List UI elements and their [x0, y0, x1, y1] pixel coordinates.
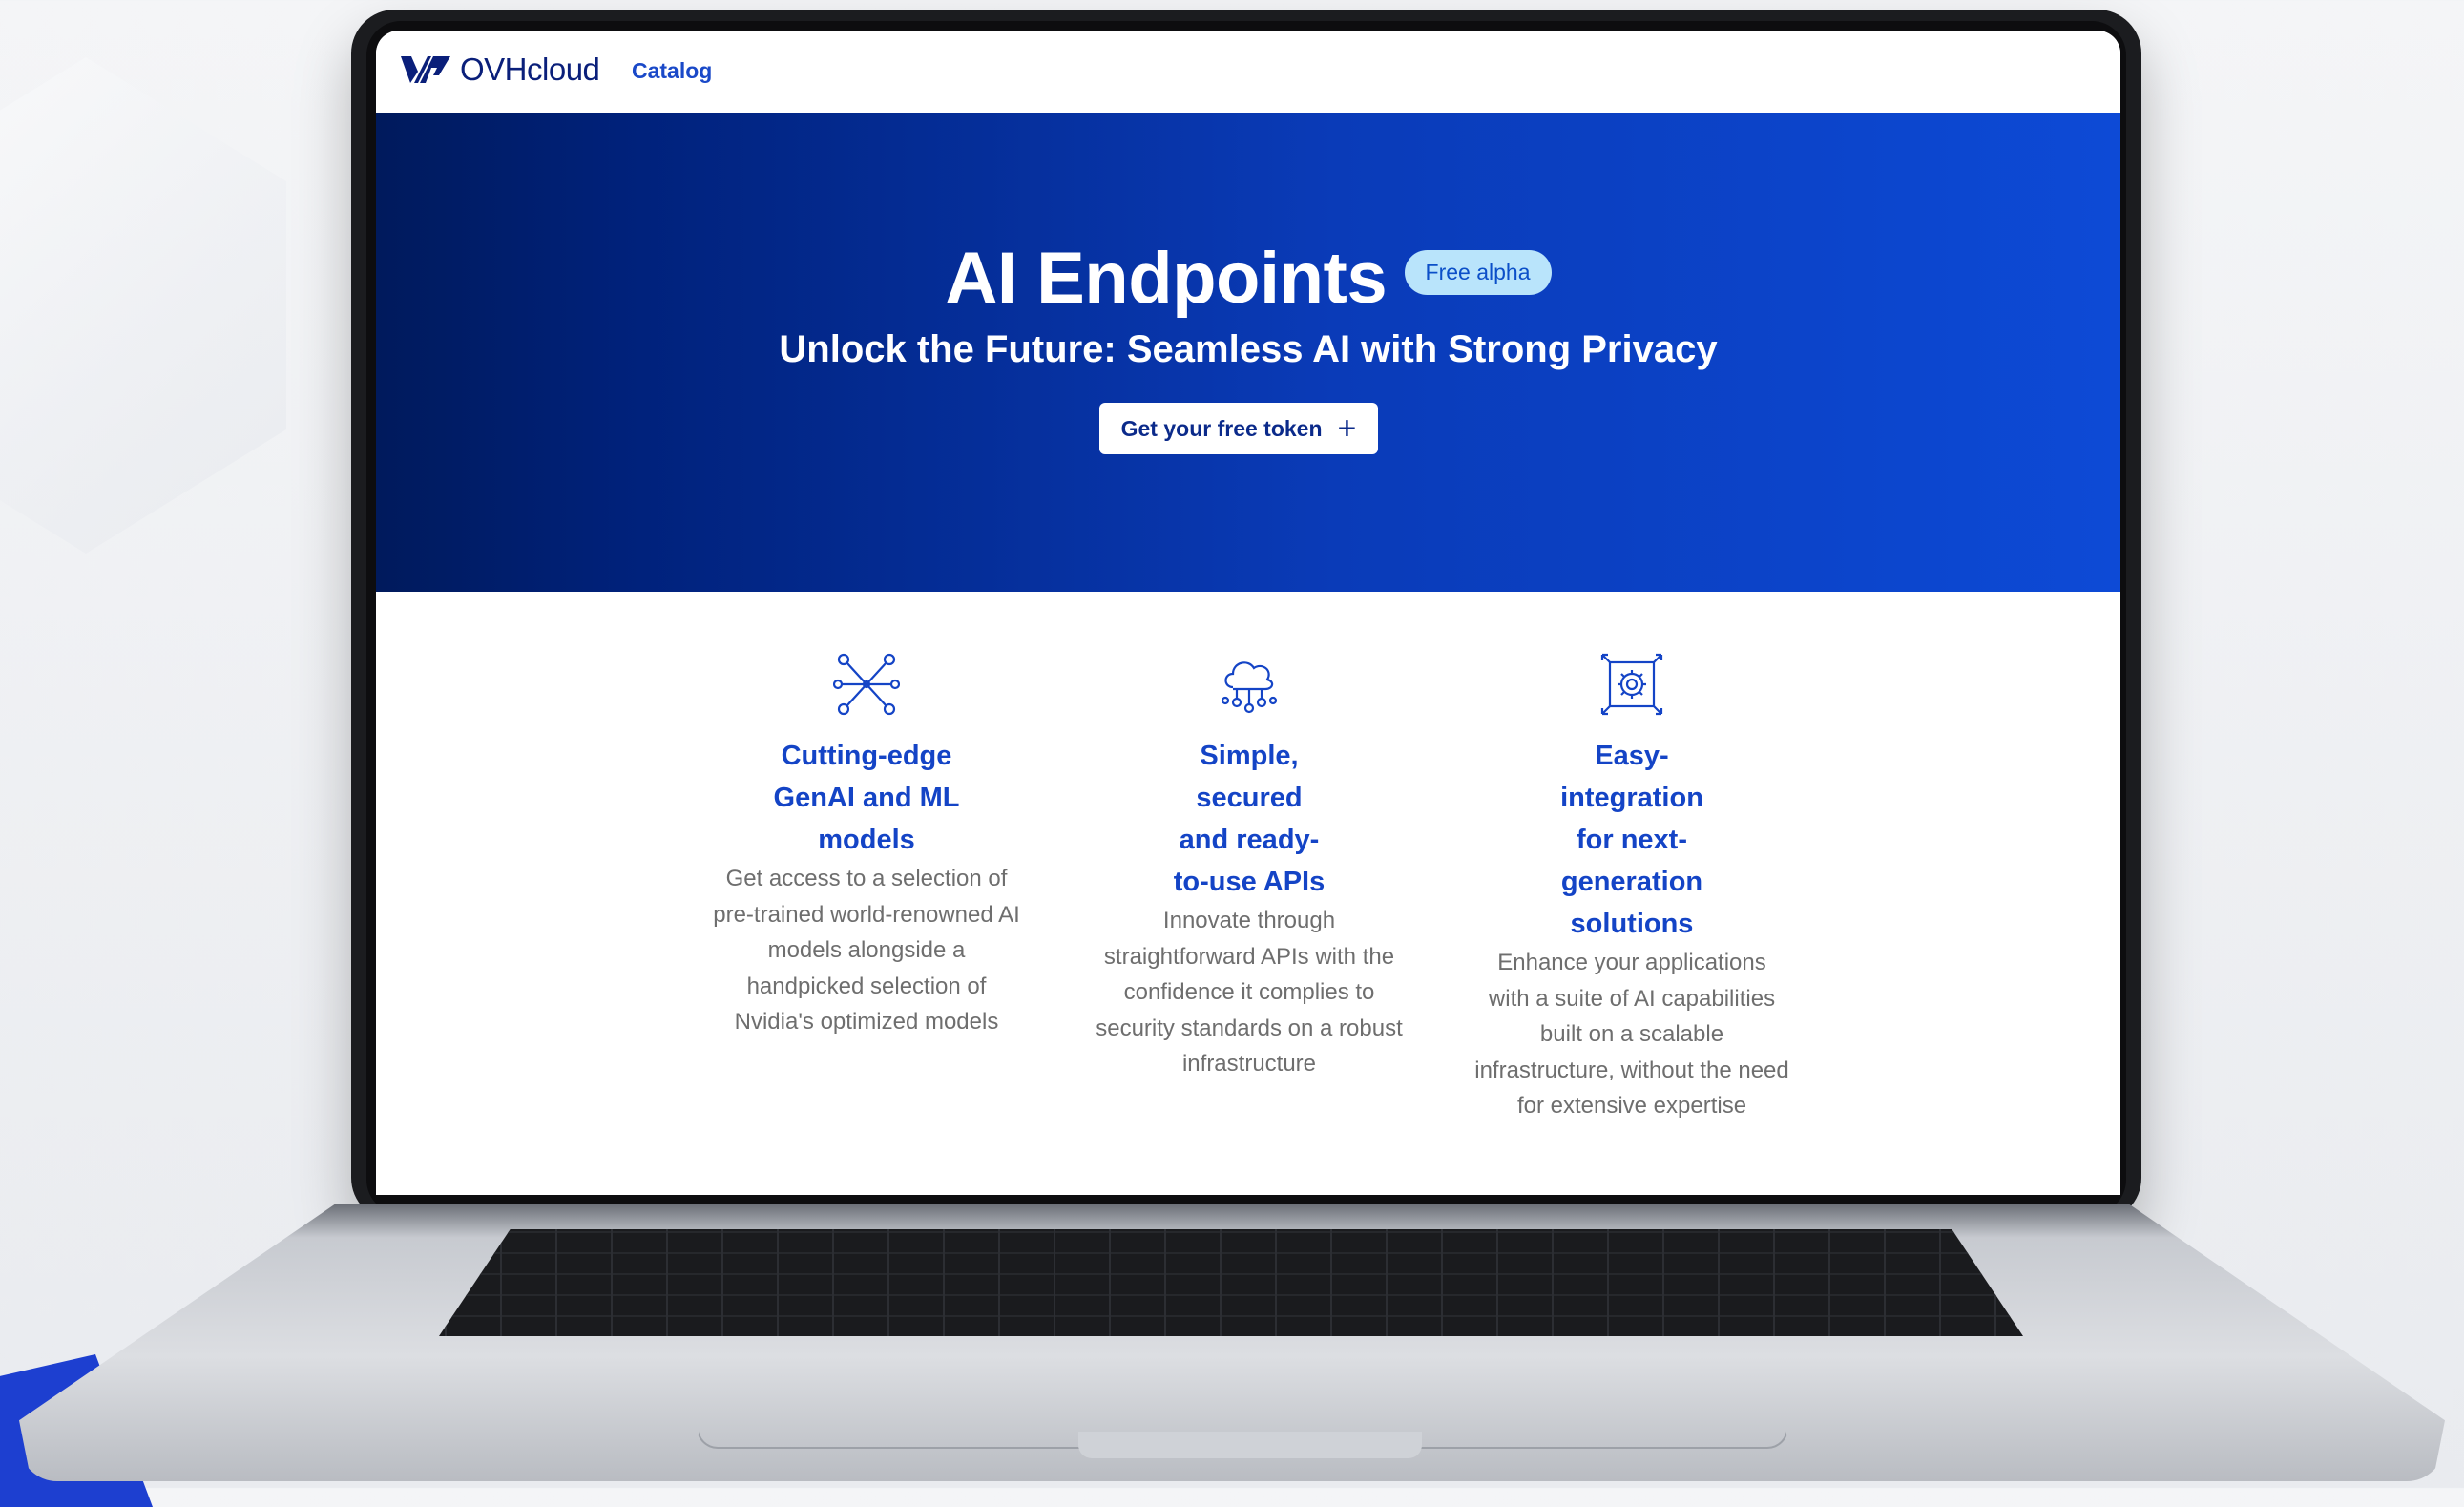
hero-title-row: AI Endpoints Free alpha — [376, 237, 2120, 320]
feature-title: Cutting-edge GenAI and ML models — [773, 741, 960, 855]
laptop-keyboard — [439, 1229, 2023, 1336]
hero-banner: AI Endpoints Free alpha Unlock the Futur… — [376, 113, 2120, 592]
feature-card: Easy-integration for next-generation sol… — [1474, 651, 1789, 1124]
cloud-network-icon — [1221, 661, 1278, 714]
ovhcloud-logo[interactable]: OVHcloud — [399, 52, 600, 88]
feature-title: Simple, secured and ready-to-use APIs — [1173, 741, 1326, 897]
laptop-screen: OVHcloud Catalog AI Endpoints Free alpha… — [376, 31, 2120, 1195]
hero-subtitle: Unlock the Future: Seamless AI with Stro… — [779, 328, 1718, 370]
plus-icon: + — [1337, 410, 1357, 447]
cta-label: Get your free token — [1120, 415, 1323, 441]
features-section: Cutting-edge GenAI and ML models Get acc… — [376, 592, 2120, 1195]
nav-link-catalog[interactable]: Catalog — [632, 58, 712, 84]
status-badge: Free alpha — [1404, 250, 1552, 295]
laptop-notch — [1078, 1432, 1422, 1458]
get-free-token-button[interactable]: Get your free token + — [1099, 403, 1378, 454]
laptop-trackpad — [697, 1325, 1788, 1449]
feature-description: Enhance your applications with a suite o… — [1474, 950, 1789, 1119]
background-hexagon — [0, 57, 286, 554]
feature-card: Cutting-edge GenAI and ML models Get acc… — [709, 651, 1024, 1040]
feature-card: Simple, secured and ready-to-use APIs In… — [1092, 651, 1407, 1082]
gear-scale-icon — [1600, 653, 1663, 716]
ovhcloud-logo-icon — [401, 56, 450, 83]
page-title: AI Endpoints — [945, 238, 1388, 319]
feature-description: Innovate through straightforward APIs wi… — [1096, 908, 1403, 1077]
brand-name: OVHcloud — [460, 52, 600, 87]
feature-title: Easy-integration for next-generation sol… — [1560, 741, 1703, 939]
network-nodes-icon — [833, 653, 900, 716]
feature-description: Get access to a selection of pre-trained… — [713, 866, 1020, 1035]
top-navbar: OVHcloud Catalog — [376, 31, 2120, 113]
